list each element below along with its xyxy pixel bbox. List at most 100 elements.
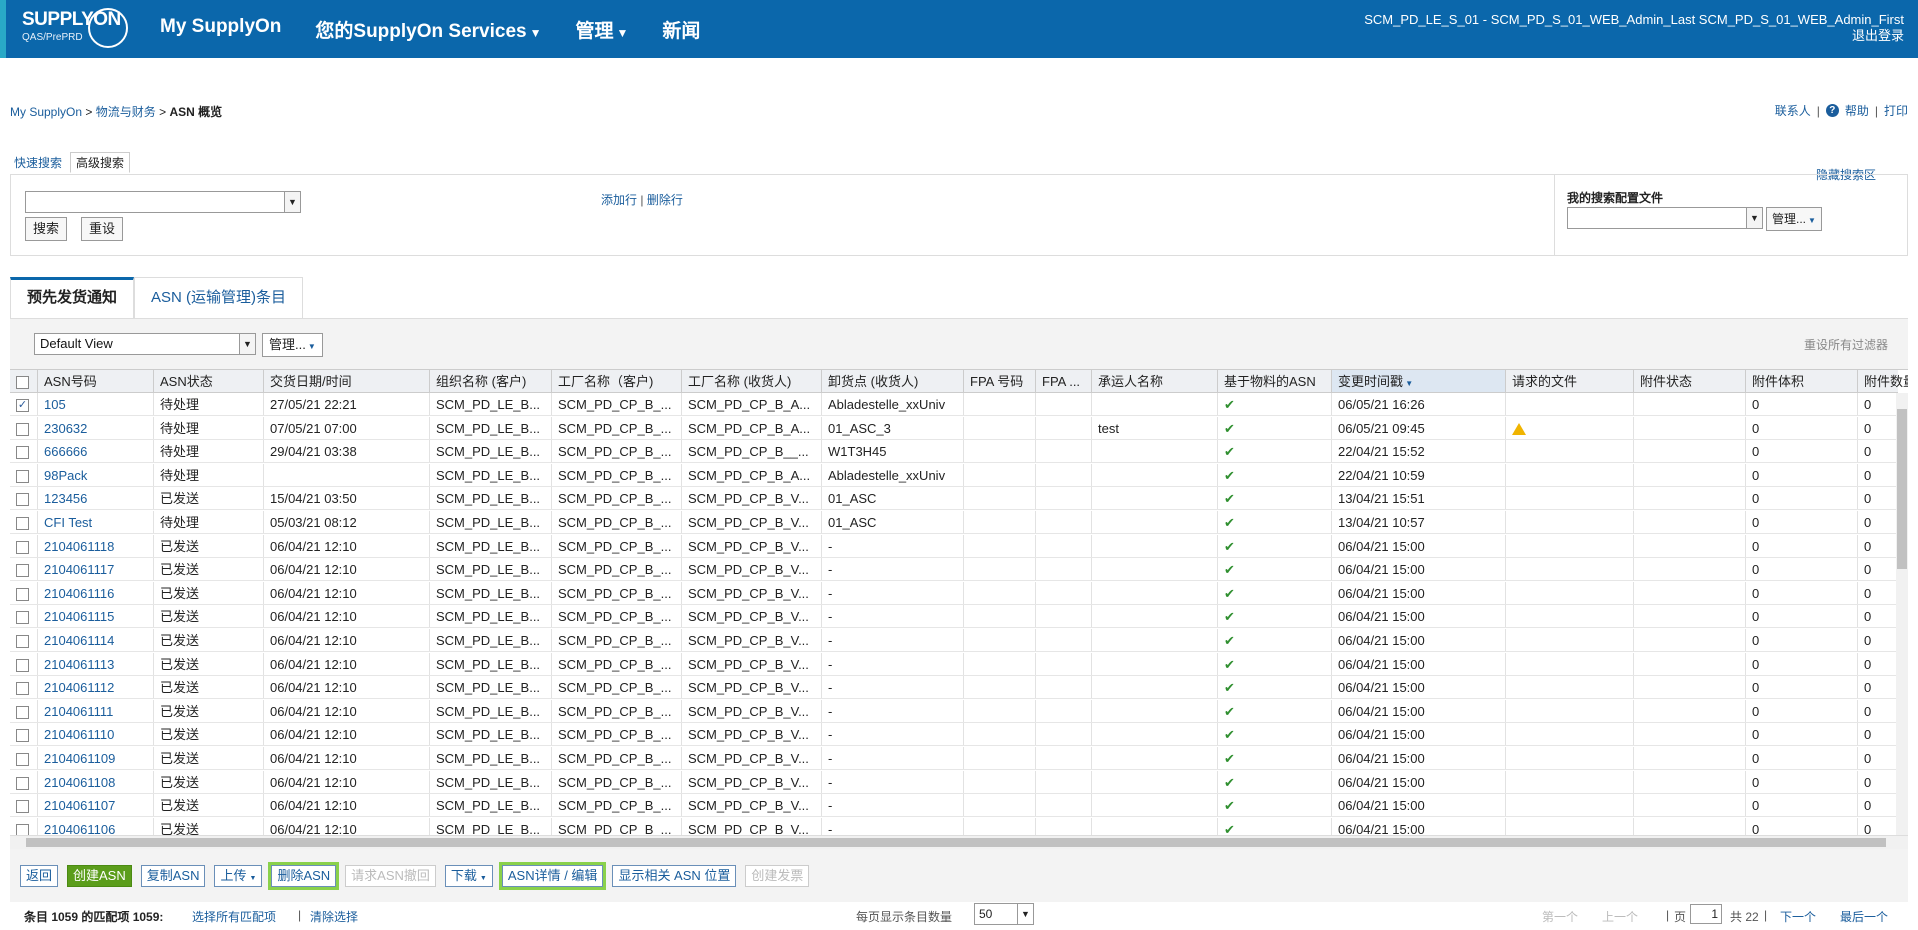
last-page-link[interactable]: 最后一个 [1840,908,1888,925]
breadcrumb-home[interactable]: My SupplyOn [10,105,82,119]
tab-asn[interactable]: 预先发货通知 [10,277,135,319]
profile-manage-button[interactable]: 管理... ▼ [1766,207,1822,231]
logout-link[interactable]: 退出登录 [1364,28,1904,44]
row-checkbox[interactable] [16,422,29,436]
asn-number-link[interactable]: 2104061113 [44,657,114,672]
chevron-down-icon[interactable]: ▼ [1017,904,1033,924]
table-row[interactable]: 2104061117 已发送 06/04/21 12:10 SCM_PD_LE_B..… [10,558,1898,582]
table-row[interactable]: 2104061114 已发送 06/04/21 12:10 SCM_PD_LE_B..… [10,629,1898,652]
row-checkbox[interactable] [16,540,29,554]
column-header[interactable]: 基于物料的ASN [1218,370,1332,392]
row-checkbox[interactable] [16,776,29,790]
row-checkbox[interactable] [16,635,29,649]
search-profile-select[interactable]: ▼ [1567,207,1763,229]
asn-number-link[interactable]: 2104061110 [44,727,114,742]
clear-selection-link[interactable]: 清除选择 [310,908,358,925]
select-all-checkbox[interactable] [16,376,29,390]
action-button[interactable]: 下载 ▼ [444,865,493,887]
asn-number-link[interactable]: 2104061107 [44,798,115,813]
column-header[interactable]: ASN号码 [38,370,154,392]
page-input[interactable]: 1 [1690,904,1722,924]
action-button[interactable]: 创建发票 [745,865,810,887]
column-header[interactable]: 承运人名称 [1092,370,1218,392]
row-checkbox[interactable] [16,682,29,696]
scrollbar-thumb[interactable] [1897,409,1907,569]
nav-news[interactable]: 新闻 [662,16,700,43]
table-row[interactable]: 98Pack 待处理 SCM_PD_LE_B... SCM_PD_CP_B_... SC… [10,463,1898,487]
help-link[interactable]: 帮助 [1845,102,1869,119]
prev-page-link[interactable]: 上一个 [1602,908,1638,925]
column-header[interactable]: 附件体积 [1746,370,1858,392]
search-field-select[interactable]: ▼ [25,191,301,213]
column-header[interactable]: ASN状态 [154,370,264,392]
asn-number-link[interactable]: 2104061111 [44,704,113,719]
table-row[interactable]: 123456 已发送 15/04/21 03:50 SCM_PD_LE_B... SCM… [10,487,1898,511]
chevron-down-icon[interactable]: ▼ [239,334,255,354]
asn-number-link[interactable]: 2104061118 [44,539,114,554]
row-checkbox[interactable] [16,753,29,767]
column-header[interactable]: 卸货点 (收货人) [822,370,964,392]
table-row[interactable]: 230632 待处理 07/05/21 07:00 SCM_PD_LE_B... SCM… [10,416,1898,440]
row-checkbox[interactable] [16,729,29,743]
view-manage-button[interactable]: 管理... ▼ [262,333,323,357]
supplyon-logo[interactable]: SUPPLYON QAS/PrePRD [22,8,132,51]
row-checkbox[interactable] [16,705,29,719]
row-checkbox[interactable] [16,800,29,814]
action-button[interactable]: 请求ASN撤回 [345,865,436,887]
asn-number-link[interactable]: 666666 [44,444,87,459]
action-button[interactable]: 返回 [20,865,59,887]
table-row[interactable]: 2104061116 已发送 06/04/21 12:10 SCM_PD_LE_B..… [10,581,1898,605]
tab-quick-search[interactable]: 快速搜索 [14,154,64,173]
column-header[interactable]: 工厂名称（客户) [552,370,682,392]
chevron-down-icon[interactable]: ▼ [1746,208,1762,228]
table-row[interactable]: 2104061118 已发送 06/04/21 12:10 SCM_PD_LE_B..… [10,534,1898,558]
asn-number-link[interactable]: 2104061116 [44,586,114,601]
asn-number-link[interactable]: 230632 [44,421,87,436]
contact-link[interactable]: 联系人 [1775,102,1811,119]
nav-services[interactable]: 您的SupplyOn Services ▼ [315,16,541,43]
action-button[interactable]: 复制ASN [140,865,206,887]
table-row[interactable]: 2104061110 已发送 06/04/21 12:10 SCM_PD_LE_B..… [10,723,1898,747]
table-row[interactable]: ✓ 105 待处理 27/05/21 22:21 SCM_PD_LE_B... SCM_P… [10,393,1898,416]
action-button[interactable]: ASN详情 / 编辑 [498,862,607,890]
table-row[interactable]: 2104061109 已发送 06/04/21 12:10 SCM_PD_LE_B..… [10,747,1898,770]
asn-number-link[interactable]: 2104061112 [44,680,114,695]
column-header[interactable]: 变更时间戳 ▼ [1332,370,1506,392]
asn-number-link[interactable]: 2104061108 [44,775,115,790]
help-icon[interactable]: ? [1825,104,1839,117]
table-row[interactable]: 666666 待处理 29/04/21 03:38 SCM_PD_LE_B... SCM… [10,440,1898,464]
row-checkbox[interactable]: ✓ [16,399,29,413]
action-button[interactable]: 创建ASN [67,865,132,887]
breadcrumb-section[interactable]: 物流与财务 [96,105,156,119]
asn-number-link[interactable]: 98Pack [44,468,87,483]
row-checkbox[interactable] [16,611,29,625]
scrollbar-thumb[interactable] [26,838,1886,847]
action-button[interactable]: 上传 ▼ [214,865,263,887]
asn-number-link[interactable]: 123456 [44,491,87,506]
nav-my-supplyon[interactable]: My SupplyOn [160,16,281,43]
add-row-link[interactable]: 添加行 [601,193,637,207]
table-row[interactable]: 2104061108 已发送 06/04/21 12:10 SCM_PD_LE_B..… [10,770,1898,794]
asn-number-link[interactable]: 2104061114 [44,633,114,648]
row-checkbox[interactable] [16,446,29,460]
table-row[interactable]: 2104061113 已发送 06/04/21 12:10 SCM_PD_LE_B..… [10,652,1898,676]
action-button[interactable]: 删除ASN [268,862,340,890]
column-header[interactable]: 附件状态 [1634,370,1746,392]
reset-button[interactable]: 重设 [81,217,124,241]
row-checkbox[interactable] [16,564,29,578]
table-row[interactable]: 2104061112 已发送 06/04/21 12:10 SCM_PD_LE_B..… [10,676,1898,700]
asn-number-link[interactable]: 105 [44,397,66,412]
reset-filters-link[interactable]: 重设所有过滤器 [1804,336,1888,353]
first-page-link[interactable]: 第一个 [1542,908,1578,925]
table-row[interactable]: CFI Test 待处理 05/03/21 08:12 SCM_PD_LE_B... S… [10,511,1898,534]
column-header[interactable]: 交货日期/时间 [264,370,430,392]
chevron-down-icon[interactable]: ▼ [284,192,300,212]
column-header[interactable]: 工厂名称 (收货人) [682,370,822,392]
select-all-link[interactable]: 选择所有匹配项 [192,908,276,925]
page-number[interactable]: 1 [1690,904,1722,924]
nav-admin[interactable]: 管理 ▼ [575,16,628,43]
print-link[interactable]: 打印 [1884,102,1908,119]
search-button[interactable]: 搜索 [25,217,68,241]
row-checkbox[interactable] [16,517,29,531]
column-header[interactable]: 请求的文件 [1506,370,1634,392]
